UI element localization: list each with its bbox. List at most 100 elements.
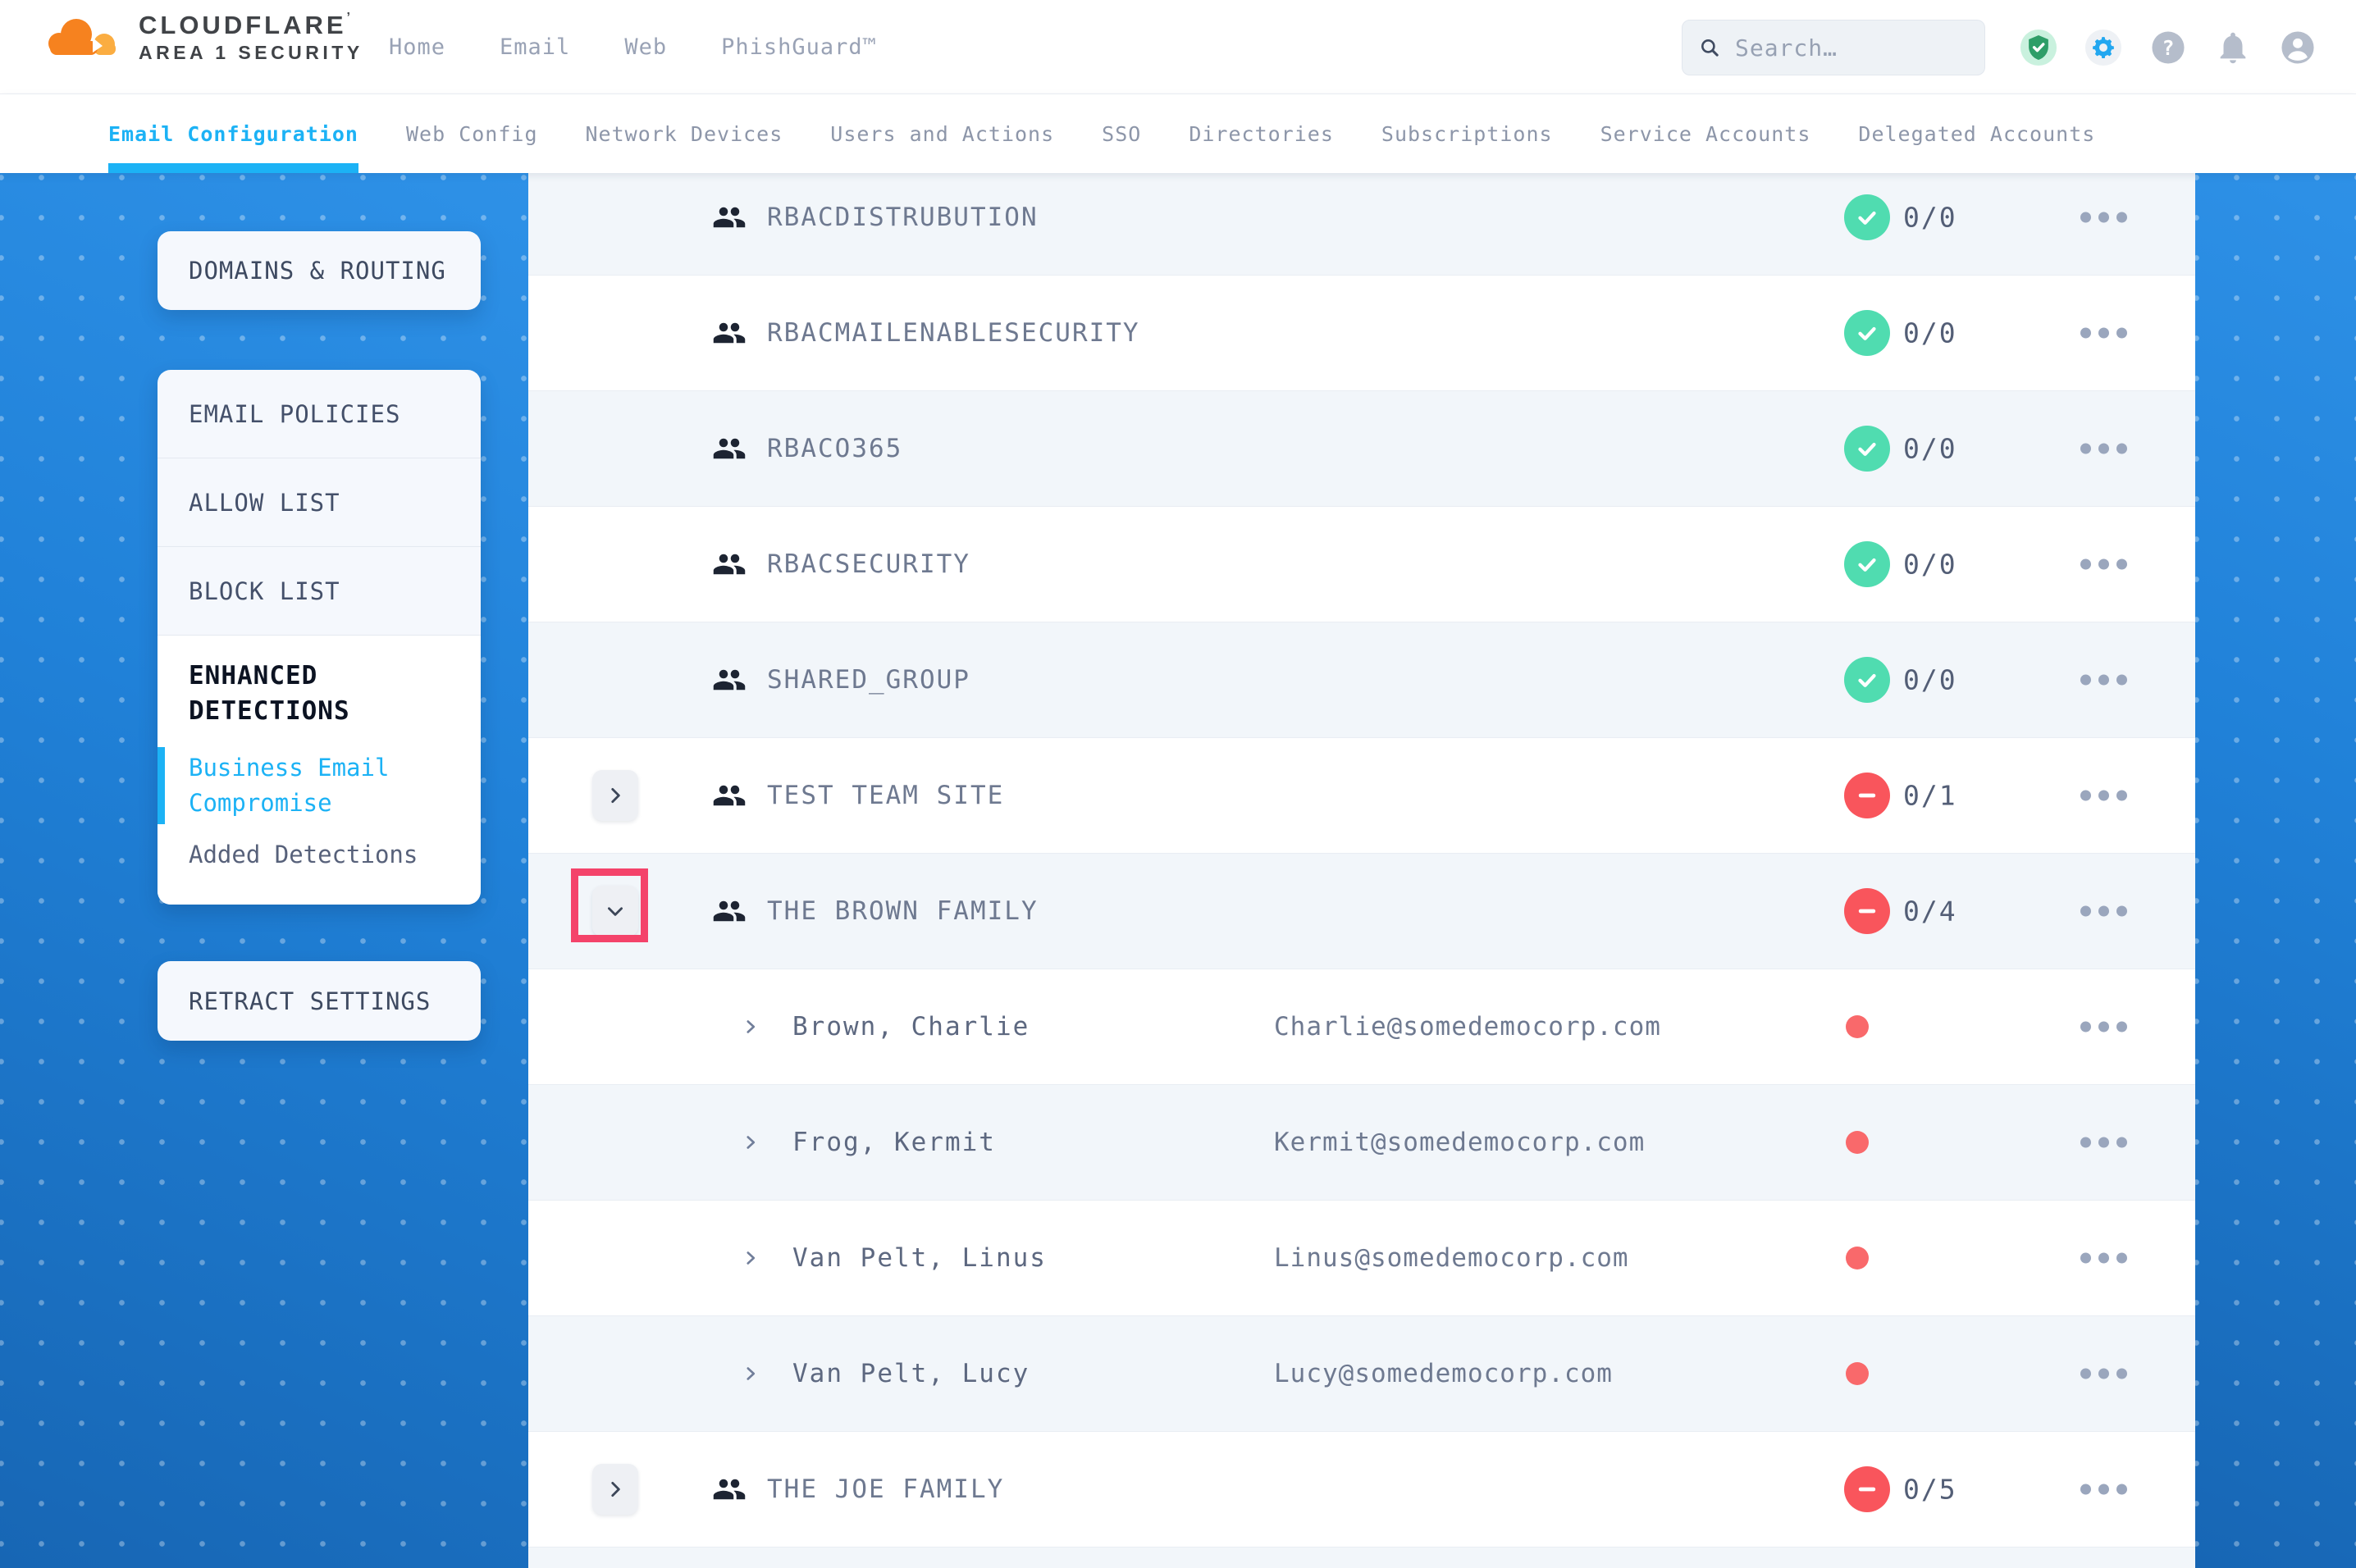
- tab-subscriptions[interactable]: Subscriptions: [1381, 94, 1553, 173]
- member-row: Van Pelt, Lucy Lucy@somedemocorp.com: [528, 1315, 2195, 1431]
- row-menu-button[interactable]: [2075, 439, 2132, 459]
- account-icon[interactable]: [2279, 29, 2317, 66]
- search-icon: [1699, 35, 1720, 60]
- group-row: RBACSECURITY 0/0: [528, 506, 2195, 622]
- row-menu-button[interactable]: [2075, 554, 2132, 575]
- group-icon: [712, 1472, 747, 1506]
- status-count: 0/0: [1903, 201, 1957, 233]
- member-email: Kermit@somedemocorp.com: [1274, 1128, 1645, 1157]
- row-menu-button[interactable]: [2075, 786, 2132, 806]
- row-menu-button[interactable]: [2075, 1133, 2132, 1153]
- status-count: 0/0: [1903, 549, 1957, 581]
- group-name: RBACO365: [767, 434, 902, 463]
- brand-text: CLOUDFLARE’ AREA 1 SECURITY: [139, 11, 363, 64]
- member-name: Van Pelt, Linus: [792, 1243, 1047, 1273]
- group-row: SHARED_GROUP0/0: [528, 622, 2195, 737]
- row-menu-button[interactable]: [2075, 901, 2132, 922]
- member-status-dot: [1846, 1362, 1869, 1385]
- sidebar-item-retract-settings[interactable]: RETRACT SETTINGS: [158, 961, 481, 1041]
- row-menu-button[interactable]: [2075, 670, 2132, 691]
- chevron-right-icon[interactable]: [740, 1016, 761, 1037]
- group-name: THE JOE FAMILY: [767, 1475, 1004, 1504]
- status-count: 0/0: [1903, 433, 1957, 465]
- row-menu-button[interactable]: [2075, 1364, 2132, 1384]
- top-nav: Home Email Web PhishGuard™: [389, 0, 877, 94]
- shield-check-icon[interactable]: [2020, 29, 2057, 66]
- group-icon: [712, 200, 747, 235]
- status-blocked-badge: [1844, 888, 1890, 934]
- search-input[interactable]: [1735, 34, 1968, 62]
- sidebar-item-allow-list[interactable]: ALLOW LIST: [158, 458, 481, 547]
- top-nav-item-email[interactable]: Email: [500, 34, 570, 60]
- group-name: RBACMAILENABLESECURITY: [767, 318, 1140, 348]
- collapse-group-button[interactable]: [592, 886, 638, 937]
- header-actions: ?: [2020, 0, 2317, 94]
- status-count: 0/5: [1903, 1474, 1957, 1506]
- status-count: 0/1: [1903, 780, 1957, 812]
- top-nav-item-home[interactable]: Home: [389, 34, 445, 60]
- top-nav-item-phishguard[interactable]: PhishGuard™: [721, 34, 877, 60]
- group-icon: [712, 894, 747, 928]
- tab-web-config[interactable]: Web Config: [406, 94, 538, 173]
- expand-group-button[interactable]: [592, 770, 638, 821]
- member-email: Lucy@somedemocorp.com: [1274, 1359, 1613, 1388]
- chevron-right-icon[interactable]: [740, 1363, 761, 1384]
- member-row: Brown, Charlie Charlie@somedemocorp.com: [528, 969, 2195, 1084]
- tab-sso[interactable]: SSO: [1102, 94, 1141, 173]
- group-name: RBACSECURITY: [767, 549, 970, 579]
- row-menu-button[interactable]: [2075, 323, 2132, 344]
- status-ok-badge: [1844, 426, 1890, 472]
- tab-users-and-actions[interactable]: Users and Actions: [830, 94, 1054, 173]
- group-row: RBACMAILENABLESECURITY0/0: [528, 275, 2195, 390]
- sidebar-card-domains: DOMAINS & ROUTING: [158, 231, 481, 310]
- chevron-right-icon[interactable]: [740, 1247, 761, 1269]
- brand-subtitle: AREA 1 SECURITY: [139, 42, 363, 64]
- row-menu-button[interactable]: [2075, 1248, 2132, 1269]
- group-row: RBACDISTRUBUTION 0/0: [528, 159, 2195, 275]
- help-icon[interactable]: ?: [2149, 29, 2187, 66]
- member-email: Charlie@somedemocorp.com: [1274, 1012, 1661, 1042]
- group-row: THE JOE FAMILY 0/5: [528, 1431, 2195, 1547]
- group-icon: [712, 431, 747, 466]
- group-icon: [712, 316, 747, 350]
- group-row: RBACO365 0/0: [528, 390, 2195, 506]
- gear-icon[interactable]: [2084, 29, 2122, 66]
- table-row-spacer: [528, 1547, 2195, 1568]
- member-name: Van Pelt, Lucy: [792, 1359, 1030, 1388]
- tab-service-accounts[interactable]: Service Accounts: [1600, 94, 1811, 173]
- row-menu-button[interactable]: [2075, 1479, 2132, 1500]
- group-icon: [712, 778, 747, 813]
- row-menu-button[interactable]: [2075, 207, 2132, 227]
- chevron-right-icon[interactable]: [740, 1132, 761, 1153]
- member-name: Brown, Charlie: [792, 1012, 1030, 1042]
- cloudflare-logo: CLOUDFLARE’ AREA 1 SECURITY: [45, 10, 363, 64]
- tab-delegated-accounts[interactable]: Delegated Accounts: [1858, 94, 2095, 173]
- sidebar-card-policies: EMAIL POLICIES ALLOW LIST BLOCK LIST ENH…: [158, 370, 481, 905]
- group-row: TEST TEAM SITE0/1: [528, 737, 2195, 853]
- sidebar-item-added-detections[interactable]: Added Detections: [189, 841, 450, 868]
- row-menu-button[interactable]: [2075, 1017, 2132, 1037]
- expand-group-button[interactable]: [592, 1464, 638, 1515]
- tab-directories[interactable]: Directories: [1189, 94, 1334, 173]
- bell-icon[interactable]: [2214, 29, 2252, 66]
- sidebar-item-block-list[interactable]: BLOCK LIST: [158, 547, 481, 636]
- sidebar-item-domains-routing[interactable]: DOMAINS & ROUTING: [158, 231, 481, 310]
- groups-table: RBACDISTRUBUTION 0/0 RBACMAILENABLESECURIT…: [528, 159, 2195, 1568]
- cloudflare-cloud-icon: [45, 10, 127, 64]
- member-status-dot: [1846, 1015, 1869, 1038]
- top-nav-item-web[interactable]: Web: [624, 34, 667, 60]
- member-row: Frog, Kermit Kermit@somedemocorp.com: [528, 1084, 2195, 1200]
- tab-network-devices[interactable]: Network Devices: [586, 94, 783, 173]
- group-name: RBACDISTRUBUTION: [767, 203, 1039, 232]
- status-blocked-badge: [1844, 773, 1890, 818]
- member-row: Van Pelt, LinusLinus@somedemocorp.com: [528, 1200, 2195, 1315]
- sidebar-item-email-policies[interactable]: EMAIL POLICIES: [158, 370, 481, 458]
- tab-email-configuration[interactable]: Email Configuration: [108, 94, 358, 173]
- status-ok-badge: [1844, 310, 1890, 356]
- sidebar-item-business-email-compromise[interactable]: Business Email Compromise: [189, 750, 450, 821]
- section-tabs: Email Configuration Web Config Network Dev…: [0, 94, 2356, 173]
- member-name: Frog, Kermit: [792, 1128, 996, 1157]
- status-ok-badge: [1844, 541, 1890, 587]
- status-count: 0/4: [1903, 896, 1957, 928]
- status-blocked-badge: [1844, 1466, 1890, 1512]
